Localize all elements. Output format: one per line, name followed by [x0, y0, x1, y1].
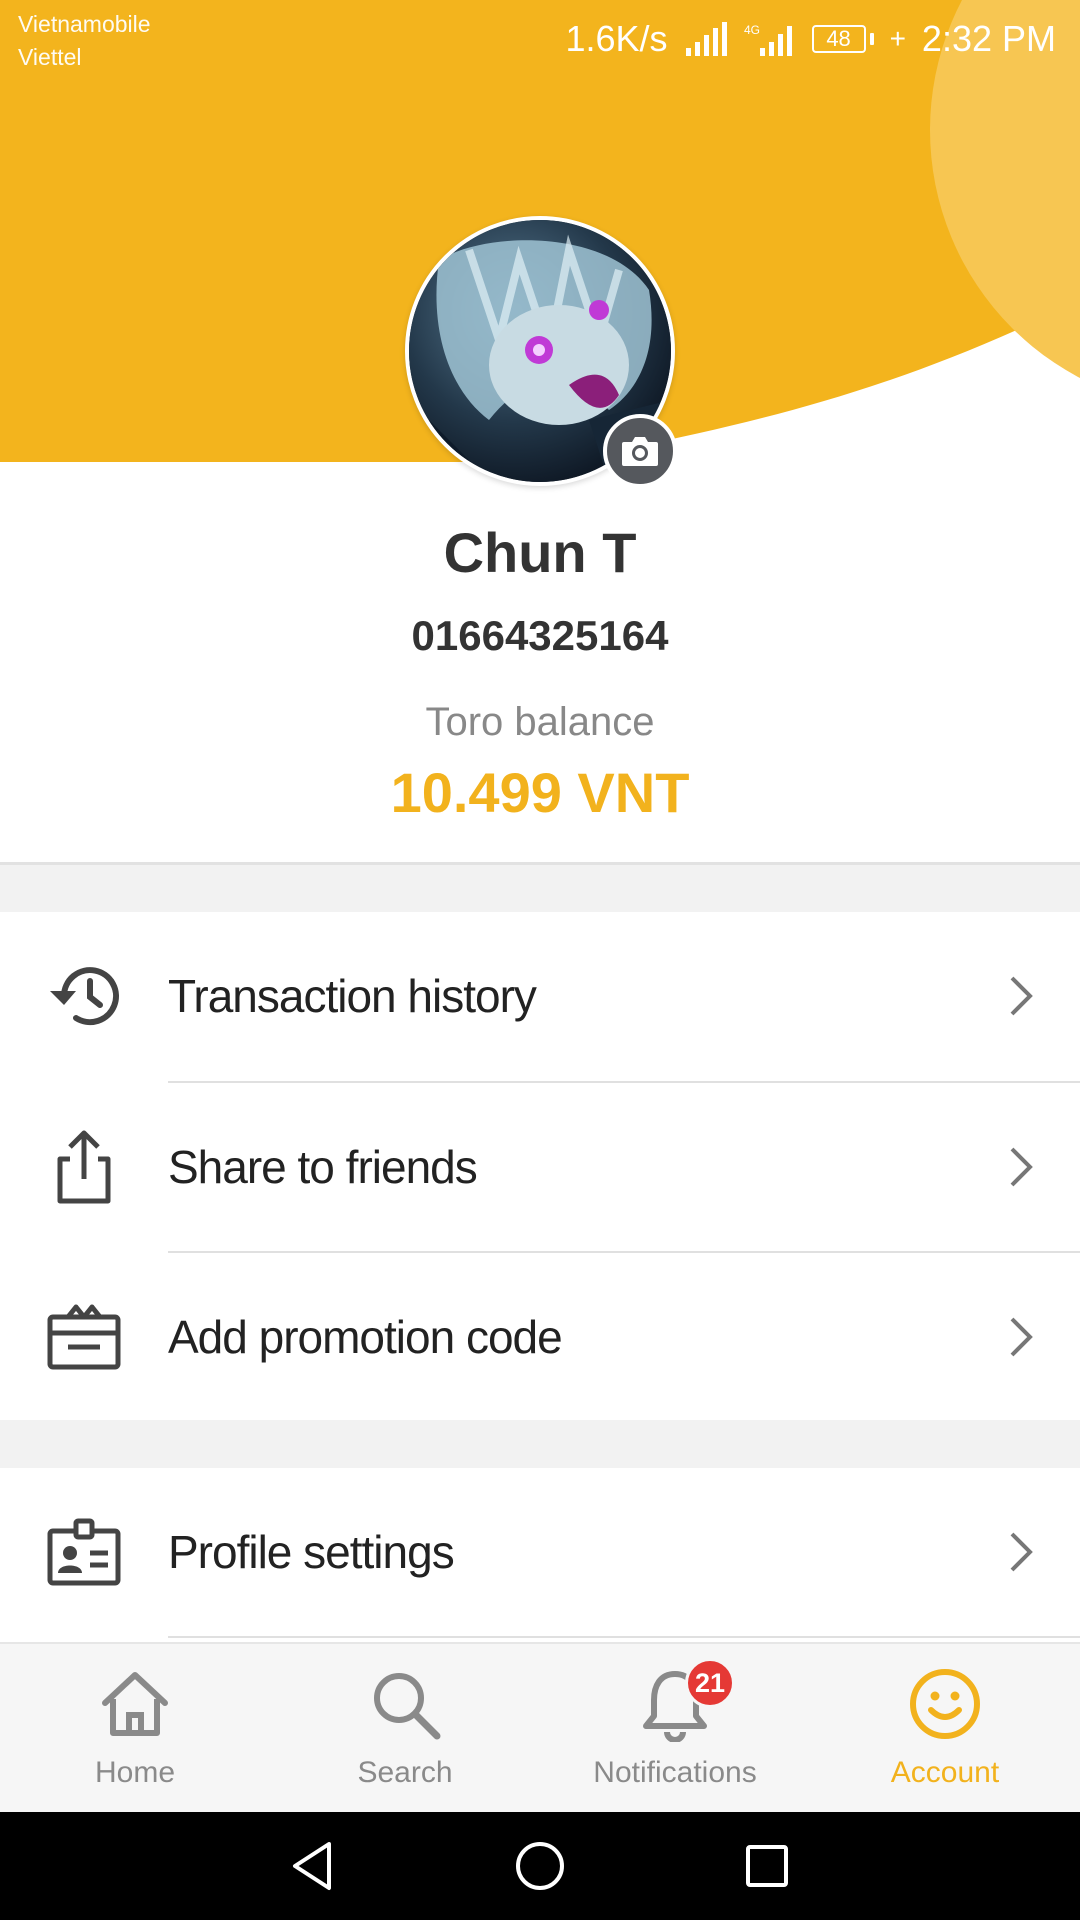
section-separator: [0, 862, 1080, 912]
nav-label: Search: [357, 1756, 453, 1789]
menu-item-label: Add promotion code: [168, 1311, 563, 1363]
chevron-right-icon: [1010, 1532, 1033, 1572]
charging-icon: +: [889, 23, 906, 54]
user-name: Chun T: [443, 521, 637, 584]
status-bar: Vietnamobile Viettel 1.6K/s 4G 48 + 2:32…: [0, 0, 1080, 80]
carrier-1: Vietnamobile: [18, 11, 151, 37]
home-icon: [95, 1664, 175, 1744]
camera-icon: [622, 437, 658, 466]
nav-search[interactable]: Search: [270, 1644, 540, 1812]
battery-icon: 48: [811, 25, 874, 53]
avatar-container: [405, 216, 677, 488]
home-circle-icon: [515, 1842, 564, 1890]
recents-square-icon: [745, 1845, 788, 1887]
balance-value: 10.499 VNT: [390, 761, 690, 824]
battery-level: 48: [811, 25, 866, 53]
nav-label: Notifications: [593, 1756, 757, 1789]
share-icon: [44, 1127, 124, 1207]
back-button[interactable]: [283, 1836, 343, 1896]
bell-icon: 21: [635, 1658, 735, 1744]
menu-item-share-to-friends[interactable]: Share to friends: [0, 1083, 1080, 1251]
menu-item-transaction-history[interactable]: Transaction history: [0, 912, 1080, 1080]
chevron-right-icon: [1010, 976, 1033, 1016]
menu-item-label: Transaction history: [168, 970, 537, 1022]
nav-account[interactable]: Account: [810, 1644, 1080, 1812]
menu-item-profile-settings[interactable]: Profile settings: [0, 1468, 1080, 1636]
balance-label: Toro balance: [425, 700, 655, 744]
recents-button[interactable]: [737, 1836, 797, 1896]
chevron-right-icon: [1010, 1317, 1033, 1357]
home-system-button[interactable]: [510, 1836, 570, 1896]
menu-divider: [168, 1636, 1080, 1638]
change-photo-button[interactable]: [603, 414, 677, 488]
system-navigation-bar: [0, 1812, 1080, 1920]
clock: 2:32 PM: [921, 18, 1056, 59]
notification-badge: 21: [685, 1658, 735, 1708]
carrier-names: Vietnamobile Viettel: [18, 8, 151, 74]
menu-item-add-promotion-code[interactable]: Add promotion code: [0, 1253, 1080, 1421]
signal-icon: [685, 22, 727, 56]
back-triangle-icon: [293, 1842, 332, 1890]
user-phone: 01664325164: [411, 612, 669, 659]
gift-icon: [44, 1297, 124, 1377]
profile-card-icon: [44, 1512, 124, 1592]
chevron-right-icon: [1010, 1147, 1033, 1187]
search-icon: [365, 1664, 445, 1744]
smiley-icon: [905, 1664, 985, 1744]
nav-label: Account: [890, 1756, 1000, 1789]
svg-text:4G: 4G: [744, 23, 760, 37]
history-icon: [44, 956, 124, 1036]
bottom-navigation: Home Search 21 Notifications Account: [0, 1642, 1080, 1812]
signal-4g-icon: 4G: [744, 23, 792, 56]
carrier-2: Viettel: [18, 44, 82, 70]
network-speed: 1.6K/s: [565, 18, 668, 59]
menu-item-label: Profile settings: [168, 1526, 455, 1578]
section-separator: [0, 1420, 1080, 1468]
nav-label: Home: [94, 1756, 176, 1789]
nav-notifications[interactable]: 21 Notifications: [540, 1644, 810, 1812]
nav-home[interactable]: Home: [0, 1644, 270, 1812]
menu-item-label: Share to friends: [168, 1141, 478, 1193]
